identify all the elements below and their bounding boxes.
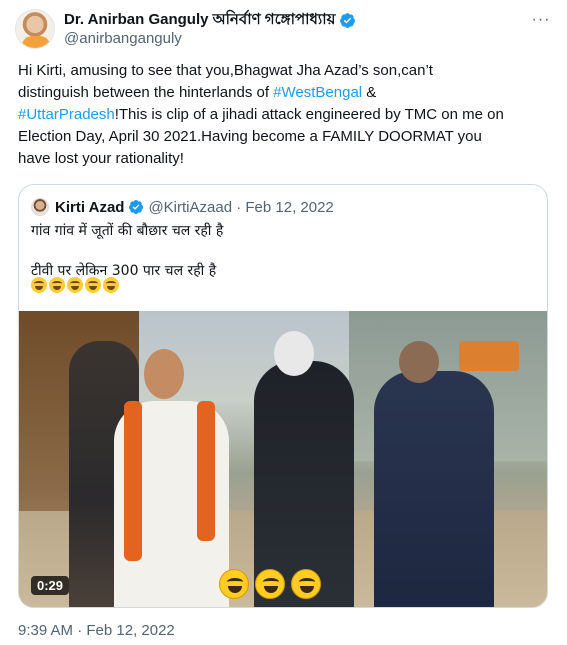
rolling-on-floor-laughing-emoji-icon: [31, 277, 47, 293]
video-sign: [459, 341, 519, 371]
tweet: Dr. Anirban Ganguly অনির্বাণ গঙ্গোপাধ্যা…: [0, 0, 567, 645]
tweet-text-line: Election Day, April 30 2021.Having becom…: [18, 128, 482, 145]
author-display-name[interactable]: Dr. Anirban Ganguly অনির্বাণ গঙ্গোপাধ্যা…: [64, 8, 335, 33]
hashtag-link-uttarpradesh[interactable]: #UttarPradesh: [18, 106, 115, 123]
quoted-tweet-text: गांव गांव में जूतों की बौछार चल रही है ट…: [31, 221, 223, 281]
quoted-text-spacer: [31, 241, 223, 261]
hashtag-link-westbengal[interactable]: #WestBengal: [273, 84, 362, 101]
more-options-icon[interactable]: ···: [529, 10, 553, 30]
video-person-scarf: [197, 401, 215, 541]
rolling-on-floor-laughing-emoji-icon: [85, 277, 101, 293]
tweet-text-line: #UttarPradesh!This is clip of a jihadi a…: [18, 106, 504, 123]
video-player[interactable]: 0:29: [19, 311, 547, 607]
tweet-text-line: distinguish between the hinterlands of #…: [18, 84, 377, 101]
video-person-head: [144, 349, 184, 399]
video-guard-2: [374, 371, 494, 607]
verified-badge-icon: [340, 12, 356, 28]
rolling-on-floor-laughing-emoji-icon: [67, 277, 83, 293]
author-name-row: Dr. Anirban Ganguly অনির্বাণ গঙ্গোপাধ্যা…: [64, 10, 356, 30]
tweet-text: Hi Kirti, amusing to see that you,Bhagwa…: [18, 60, 558, 170]
tweet-text-line: have lost your rationality!: [18, 150, 184, 167]
verified-badge-icon: [129, 200, 144, 214]
laughing-emoji-icon: [291, 569, 321, 599]
author-avatar[interactable]: [15, 9, 55, 49]
author-handle[interactable]: @anirbanganguly: [64, 30, 182, 47]
laughing-emoji-icon: [255, 569, 285, 599]
quoted-emoji-row: [31, 277, 119, 293]
video-duration-badge: 0:29: [31, 576, 70, 595]
tweet-text-line: Hi Kirti, amusing to see that you,Bhagwa…: [18, 62, 433, 79]
quoted-author-handle-date: @KirtiAzaad · Feb 12, 2022: [148, 198, 334, 216]
tweet-timestamp[interactable]: 9:39 AM · Feb 12, 2022: [18, 622, 175, 639]
video-guard-2-head: [399, 341, 439, 383]
quoted-tweet-card[interactable]: Kirti Azad @KirtiAzaad · Feb 12, 2022 गा…: [18, 184, 548, 608]
rolling-on-floor-laughing-emoji-icon: [103, 277, 119, 293]
quoted-author-name: Kirti Azad: [55, 198, 125, 216]
rolling-on-floor-laughing-emoji-icon: [49, 277, 65, 293]
quoted-text-line: गांव गांव में जूतों की बौछार चल रही है: [31, 223, 224, 239]
video-person-scarf: [124, 401, 142, 561]
quoted-tweet-header: Kirti Azad @KirtiAzaad · Feb 12, 2022: [31, 197, 334, 217]
quoted-author-avatar: [31, 198, 49, 216]
laughing-emoji-icon: [219, 569, 249, 599]
video-guard-1-head: [274, 331, 314, 376]
